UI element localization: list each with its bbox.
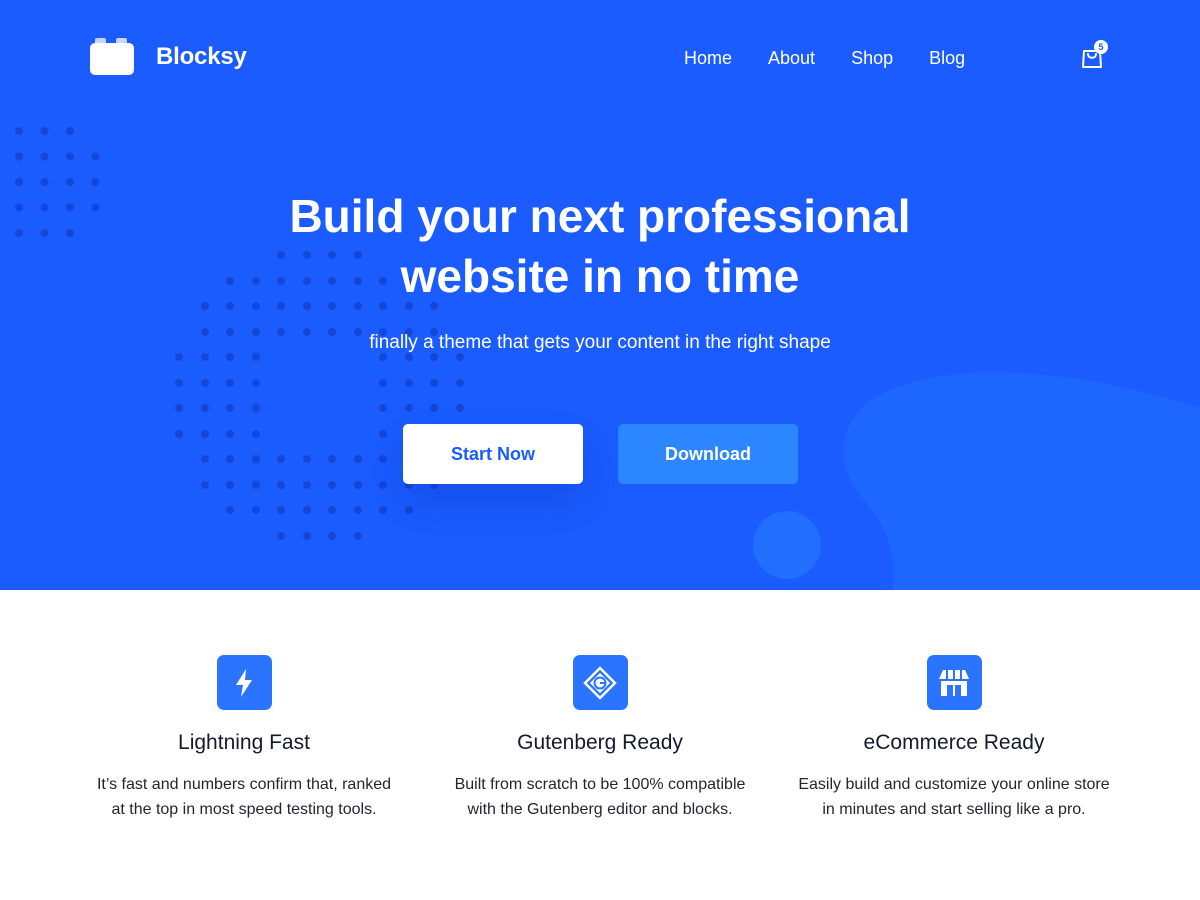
cart-count-badge: 5 — [1094, 40, 1108, 54]
feature-description: Easily build and customize your online s… — [784, 772, 1124, 822]
feature-description: It’s fast and numbers confirm that, rank… — [74, 772, 414, 822]
brand-name[interactable]: Blocksy — [156, 43, 247, 71]
features-section: Lightning Fast It’s fast and numbers con… — [0, 590, 1200, 900]
feature-title: Gutenberg Ready — [517, 731, 683, 754]
store-icon — [926, 655, 982, 710]
feature-description-line-2: with the Gutenberg editor and blocks. — [467, 801, 733, 818]
nav-home[interactable]: Home — [666, 46, 750, 70]
site-header: Blocksy Home About Shop Blog 5 — [0, 0, 1200, 116]
nav-blog[interactable]: Blog — [911, 46, 983, 70]
gutenberg-icon — [572, 655, 628, 710]
lightning-icon — [216, 655, 272, 710]
feature-description-line-1: Easily build and customize your online s… — [798, 776, 1110, 793]
hero-title-line-1: Build your next professional — [289, 190, 911, 242]
hero-title-line-2: website in no time — [400, 250, 800, 302]
hero-section: Blocksy Home About Shop Blog 5 Build you… — [0, 0, 1200, 590]
nav-about[interactable]: About — [750, 46, 833, 70]
feature-lightning-fast: Lightning Fast It’s fast and numbers con… — [74, 655, 414, 822]
feature-title: eCommerce Ready — [863, 731, 1045, 754]
download-button[interactable]: Download — [618, 424, 798, 484]
feature-description-line-1: Built from scratch to be 100% compatible — [454, 776, 746, 793]
feature-description-line-2: at the top in most speed testing tools. — [111, 801, 377, 818]
feature-description: Built from scratch to be 100% compatible… — [430, 772, 770, 822]
main-nav: Home About Shop Blog — [666, 46, 983, 70]
feature-title: Lightning Fast — [178, 731, 310, 754]
hero-title: Build your next professional website in … — [0, 186, 1200, 306]
start-now-button[interactable]: Start Now — [403, 424, 583, 484]
feature-description-line-2: in minutes and start selling like a pro. — [822, 801, 1086, 818]
hero-subtitle: finally a theme that gets your content i… — [369, 332, 831, 353]
blocksy-logo-icon[interactable] — [90, 38, 134, 75]
nav-shop[interactable]: Shop — [833, 46, 911, 70]
feature-ecommerce-ready: eCommerce Ready Easily build and customi… — [784, 655, 1124, 822]
feature-gutenberg-ready: Gutenberg Ready Built from scratch to be… — [430, 655, 770, 822]
feature-description-line-1: It’s fast and numbers confirm that, rank… — [96, 776, 392, 793]
